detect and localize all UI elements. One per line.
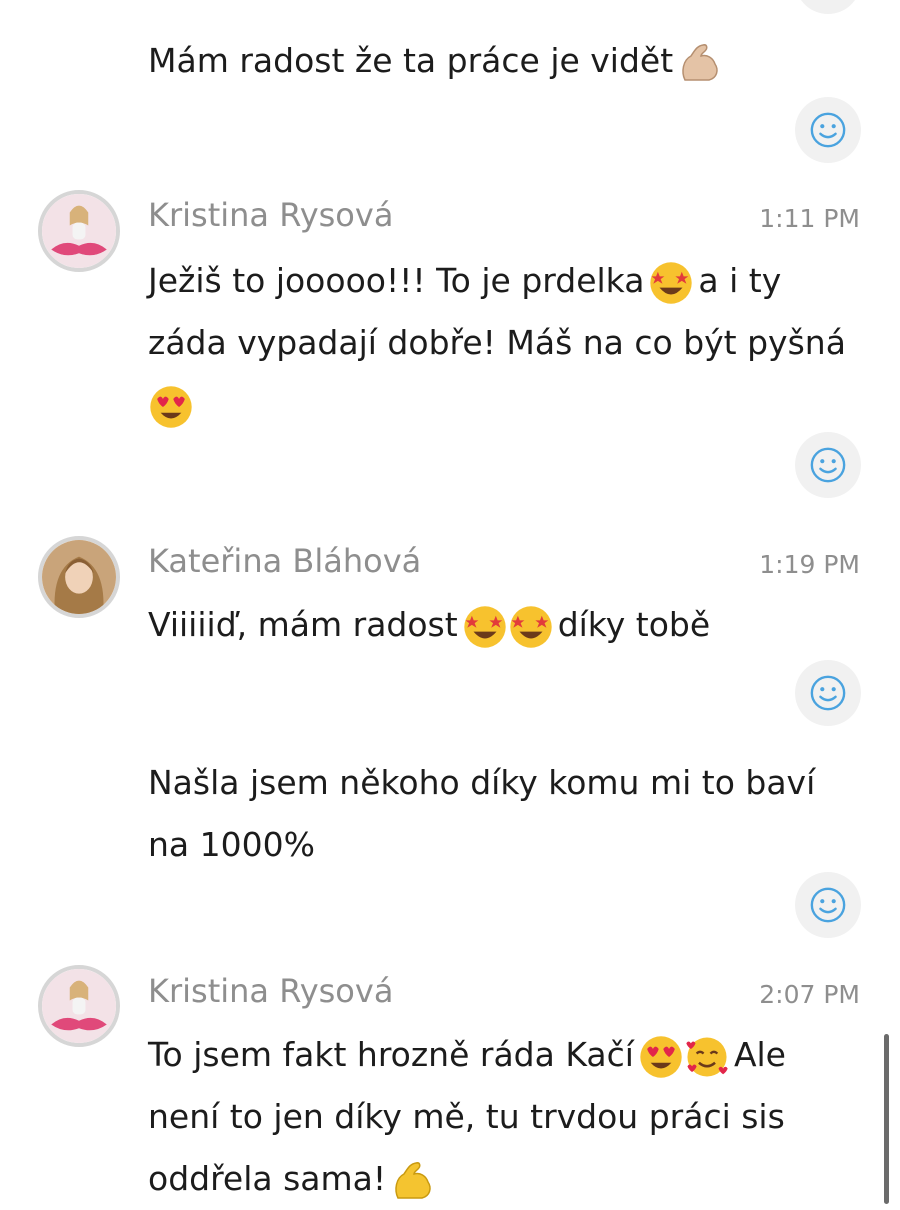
message-time: 1:19 PM — [759, 550, 860, 579]
add-reaction-button[interactable] — [795, 432, 861, 498]
message-text: To jsem fakt hrozně ráda Kačí Ale není t… — [148, 1024, 848, 1210]
smiley-icon — [810, 887, 846, 923]
add-reaction-button[interactable] — [795, 97, 861, 163]
heart-eyes-emoji-icon — [148, 384, 194, 430]
star-struck-emoji-icon — [508, 604, 554, 650]
author-name[interactable]: Kristina Rysová — [148, 196, 393, 234]
message-text: Našla jsem někoho díky komu mi to baví n… — [148, 763, 816, 864]
smiley-icon — [810, 675, 846, 711]
author-name[interactable]: Kateřina Bláhová — [148, 542, 421, 580]
flexed-biceps-icon — [390, 1160, 436, 1202]
smiley-icon — [810, 447, 846, 483]
add-reaction-button[interactable] — [795, 872, 861, 938]
avatar[interactable] — [38, 190, 120, 272]
flexed-biceps-icon — [677, 42, 723, 84]
add-reaction-button[interactable] — [795, 660, 861, 726]
star-struck-emoji-icon — [462, 604, 508, 650]
smiley-icon — [810, 112, 846, 148]
star-struck-emoji-icon — [648, 260, 694, 306]
message-text: Viiiiiď, mám radost díky tobě — [148, 594, 848, 656]
message-text: Mám radost že ta práce je vidět — [148, 30, 848, 92]
avatar[interactable] — [38, 965, 120, 1047]
scrollbar[interactable] — [884, 1034, 889, 1204]
heart-eyes-emoji-icon — [638, 1034, 684, 1080]
avatar[interactable] — [38, 536, 120, 618]
message-text: Ježiš to jooooo!!! To je prdelka a i ty … — [148, 250, 848, 436]
reaction-button[interactable] — [795, 0, 861, 14]
message-time: 2:07 PM — [759, 980, 860, 1009]
message-time: 1:11 PM — [759, 204, 860, 233]
smiling-face-with-hearts-icon — [684, 1034, 730, 1080]
author-name[interactable]: Kristina Rysová — [148, 972, 393, 1010]
